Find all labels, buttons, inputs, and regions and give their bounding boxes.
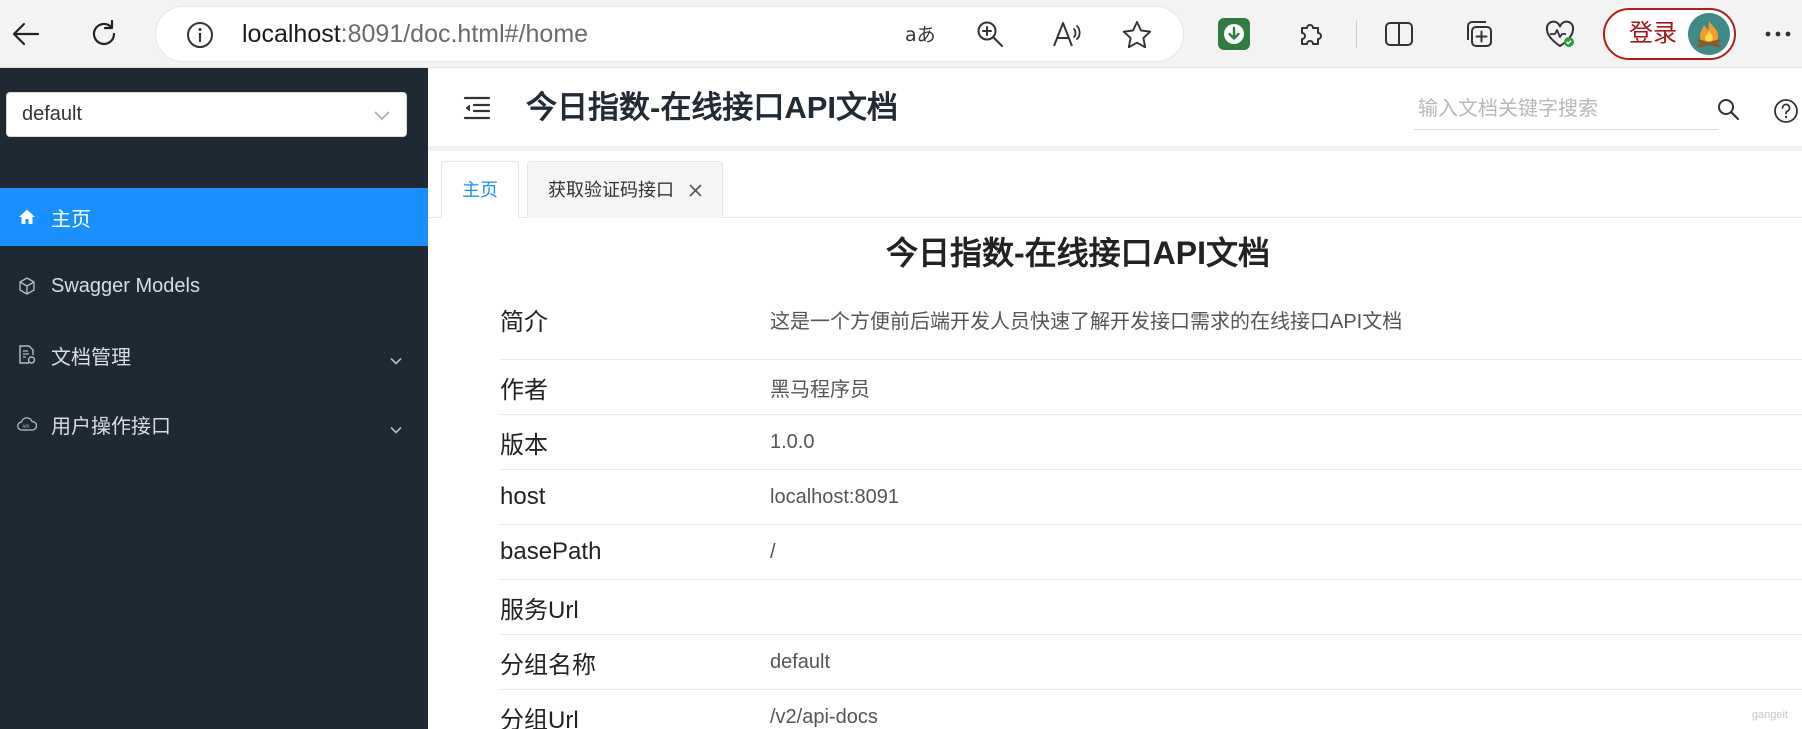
home-icon (17, 207, 37, 227)
split-screen-icon (1385, 22, 1413, 46)
doc-info-table: 简介 这是一个方便前后端开发人员快速了解开发接口需求的在线接口API文档 作者 … (500, 289, 1802, 729)
chevron-down-icon (390, 348, 402, 371)
info-row-host: host localhost:8091 (500, 470, 1802, 525)
info-key: 版本 (500, 431, 548, 459)
site-info-icon[interactable] (186, 21, 214, 49)
watermark: gangeit (1751, 709, 1788, 721)
cube-icon (17, 276, 37, 296)
puzzle-icon (1301, 24, 1322, 45)
collections-icon (1467, 21, 1492, 47)
chevron-down-icon (390, 417, 402, 440)
info-value: 1.0.0 (770, 430, 815, 453)
login-label: 登录 (1629, 20, 1677, 47)
info-value: 这是一个方便前后端开发人员快速了解开发接口需求的在线接口API文档 (770, 311, 1403, 333)
toolbar-divider (1356, 20, 1357, 48)
sidebar-item-label: Swagger Models (51, 274, 200, 297)
address-bar[interactable]: localhost:8091/doc.html#/home aあ (156, 7, 1183, 61)
tab-label: 获取验证码接口 (548, 180, 674, 200)
info-key: host (500, 483, 546, 510)
more-menu-button[interactable] (1754, 10, 1802, 58)
zoom-in-icon[interactable] (976, 20, 1004, 48)
svg-text:aあ: aあ (905, 24, 936, 46)
browser-essentials-button[interactable] (1536, 10, 1584, 58)
sidebar: default 主页 Swagger Models 文档管理 API 用户操作接… (0, 68, 428, 729)
sidebar-item-label: 文档管理 (51, 346, 131, 369)
main-content: 今日指数-在线接口API文档 主页 获取验证码接口 今日指数-在线接口API文档… (428, 68, 1802, 729)
login-button[interactable]: 登录 (1603, 8, 1736, 60)
close-icon[interactable] (689, 163, 702, 219)
chevron-down-icon (374, 108, 390, 126)
menu-fold-icon (463, 96, 491, 120)
info-key: 分组Url (500, 707, 579, 729)
info-row-author: 作者 黑马程序员 (500, 360, 1802, 415)
back-button[interactable] (2, 10, 50, 58)
heart-pulse-icon (1545, 20, 1575, 48)
translate-icon[interactable]: aあ (904, 20, 936, 48)
back-arrow-icon (12, 22, 40, 46)
sidebar-item-doc-management[interactable]: 文档管理 (0, 326, 428, 384)
tab-home[interactable]: 主页 (441, 161, 519, 219)
info-row-group-url: 分组Url /v2/api-docs (500, 690, 1802, 729)
page-header: 今日指数-在线接口API文档 (428, 68, 1802, 151)
info-value: localhost:8091 (770, 485, 899, 508)
split-screen-button[interactable] (1375, 10, 1423, 58)
sidebar-item-home[interactable]: 主页 (0, 188, 428, 246)
sidebar-item-swagger-models[interactable]: Swagger Models (0, 257, 428, 315)
read-aloud-icon[interactable] (1052, 20, 1082, 48)
group-select-value: default (22, 103, 83, 125)
doc-title: 今日指数-在线接口API文档 (885, 235, 1270, 271)
url-path: :8091/doc.html#/home (340, 20, 589, 48)
tab-label: 主页 (462, 180, 498, 200)
info-value: /v2/api-docs (770, 706, 878, 728)
info-value: 黑马程序员 (770, 378, 870, 401)
sidebar-item-user-api[interactable]: API 用户操作接口 (0, 395, 428, 453)
group-select[interactable]: default (6, 92, 407, 137)
info-row-version: 版本 1.0.0 (500, 415, 1802, 470)
info-value: / (770, 540, 776, 563)
search-icon[interactable] (1717, 98, 1740, 125)
url-host: localhost (242, 20, 341, 48)
favorite-star-icon[interactable] (1122, 20, 1152, 48)
search-input[interactable] (1414, 90, 1718, 128)
sidebar-item-label: 主页 (51, 208, 91, 231)
more-dots-icon (1765, 31, 1791, 37)
info-value: default (770, 650, 831, 673)
info-row-description: 简介 这是一个方便前后端开发人员快速了解开发接口需求的在线接口API文档 (500, 289, 1802, 360)
profile-avatar (1688, 13, 1730, 55)
info-key: basePath (500, 538, 602, 565)
extensions-button[interactable] (1287, 10, 1335, 58)
doc-search (1414, 90, 1740, 130)
svg-text:API: API (22, 424, 29, 430)
tab-get-captcha-api[interactable]: 获取验证码接口 (527, 161, 724, 219)
collections-button[interactable] (1455, 10, 1503, 58)
info-row-basepath: basePath / (500, 525, 1802, 580)
info-key: 服务Url (500, 596, 579, 624)
reload-button[interactable] (80, 10, 128, 58)
cloud-api-icon: API (17, 414, 37, 434)
sidebar-item-label: 用户操作接口 (51, 415, 171, 438)
menu-fold-button[interactable] (463, 95, 491, 126)
info-key: 作者 (500, 376, 548, 404)
doc-gear-icon (17, 345, 37, 365)
url-text[interactable]: localhost:8091/doc.html#/home (242, 7, 588, 61)
info-row-group-name: 分组名称 default (500, 635, 1802, 690)
reload-icon (92, 19, 116, 46)
info-key: 分组名称 (500, 651, 596, 679)
sidebar-menu: 主页 Swagger Models 文档管理 API 用户操作接口 (0, 188, 428, 464)
browser-toolbar: localhost:8091/doc.html#/home aあ 登录 (0, 0, 1802, 68)
help-icon[interactable] (1773, 98, 1799, 129)
page-title: 今日指数-在线接口API文档 (526, 90, 898, 125)
tab-bar: 主页 获取验证码接口 (428, 161, 1802, 219)
download-extension-icon[interactable] (1218, 18, 1250, 50)
info-row-service-url: 服务Url (500, 580, 1802, 635)
info-key: 简介 (500, 309, 548, 336)
